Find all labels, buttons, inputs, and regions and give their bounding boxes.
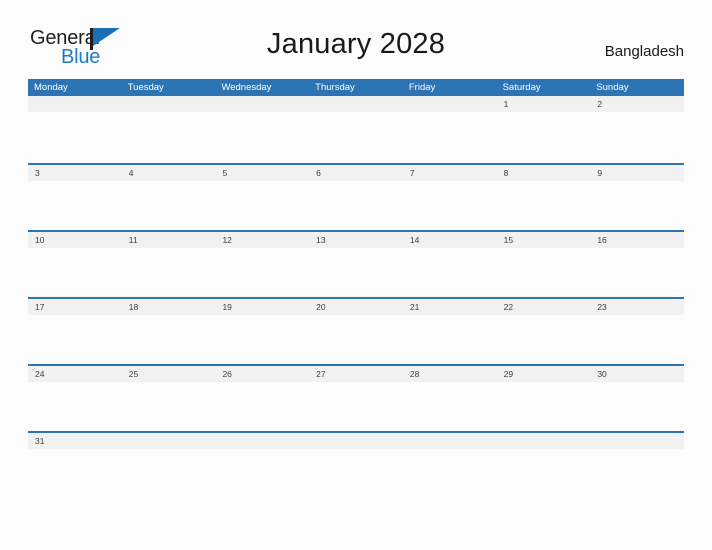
day-cell[interactable]: 23	[590, 299, 684, 315]
day-cell[interactable]	[590, 433, 684, 449]
day-cell[interactable]: 18	[122, 299, 216, 315]
day-cell[interactable]	[28, 96, 122, 112]
calendar-grid: Monday Tuesday Wednesday Thursday Friday…	[28, 79, 684, 498]
day-cell[interactable]: 28	[403, 366, 497, 382]
week-row: 17 18 19 20 21 22 23	[28, 297, 684, 364]
week-note-area[interactable]	[28, 248, 684, 297]
day-cell[interactable]: 17	[28, 299, 122, 315]
day-cell[interactable]: 21	[403, 299, 497, 315]
week-day-number-strip: 1 2	[28, 96, 684, 112]
week-row: 1 2	[28, 96, 684, 163]
day-cell[interactable]: 1	[497, 96, 591, 112]
day-cell[interactable]: 7	[403, 165, 497, 181]
week-day-number-strip: 17 18 19 20 21 22 23	[28, 299, 684, 315]
week-row: 3 4 5 6 7 8 9	[28, 163, 684, 230]
day-cell[interactable]: 8	[497, 165, 591, 181]
day-cell[interactable]: 19	[215, 299, 309, 315]
day-cell[interactable]	[309, 96, 403, 112]
week-row: 31	[28, 431, 684, 498]
week-note-area[interactable]	[28, 449, 684, 498]
day-cell[interactable]: 20	[309, 299, 403, 315]
day-cell[interactable]: 22	[497, 299, 591, 315]
day-cell[interactable]: 12	[215, 232, 309, 248]
week-day-number-strip: 24 25 26 27 28 29 30	[28, 366, 684, 382]
weekday-header-tuesday: Tuesday	[127, 82, 164, 93]
day-cell[interactable]: 3	[28, 165, 122, 181]
day-cell[interactable]	[215, 433, 309, 449]
day-cell[interactable]: 5	[215, 165, 309, 181]
week-day-number-strip: 3 4 5 6 7 8 9	[28, 165, 684, 181]
day-cell[interactable]: 27	[309, 366, 403, 382]
week-note-area[interactable]	[28, 315, 684, 364]
day-cell[interactable]	[497, 433, 591, 449]
day-cell[interactable]: 15	[497, 232, 591, 248]
day-cell[interactable]: 14	[403, 232, 497, 248]
day-cell[interactable]	[403, 96, 497, 112]
day-cell[interactable]: 30	[590, 366, 684, 382]
weekday-header-monday: Monday	[34, 82, 68, 93]
day-cell[interactable]: 31	[28, 433, 122, 449]
weekday-header-wednesday: Wednesday	[221, 82, 272, 93]
day-cell[interactable]	[215, 96, 309, 112]
weekday-header-saturday: Saturday	[502, 82, 541, 93]
day-cell[interactable]: 10	[28, 232, 122, 248]
week-day-number-strip: 10 11 12 13 14 15 16	[28, 232, 684, 248]
weekday-header-sunday: Sunday	[596, 82, 629, 93]
country-label: Bangladesh	[604, 43, 684, 60]
weekday-header-thursday: Thursday	[315, 82, 355, 93]
week-note-area[interactable]	[28, 112, 684, 163]
calendar-page: General Blue January 2028 Bangladesh Mon…	[0, 0, 712, 550]
weekday-header-friday: Friday	[408, 82, 436, 93]
page-header: General Blue January 2028 Bangladesh	[0, 0, 712, 67]
day-cell[interactable]: 9	[590, 165, 684, 181]
week-note-area[interactable]	[28, 181, 684, 230]
week-row: 24 25 26 27 28 29 30	[28, 364, 684, 431]
week-note-area[interactable]	[28, 382, 684, 431]
day-cell[interactable]: 25	[122, 366, 216, 382]
day-cell[interactable]	[122, 433, 216, 449]
week-row: 10 11 12 13 14 15 16	[28, 230, 684, 297]
day-cell[interactable]	[309, 433, 403, 449]
day-cell[interactable]	[122, 96, 216, 112]
day-cell[interactable]: 29	[497, 366, 591, 382]
day-cell[interactable]: 6	[309, 165, 403, 181]
day-cell[interactable]: 13	[309, 232, 403, 248]
week-day-number-strip: 31	[28, 433, 684, 449]
day-cell[interactable]: 4	[122, 165, 216, 181]
day-cell[interactable]: 16	[590, 232, 684, 248]
day-cell[interactable]: 2	[590, 96, 684, 112]
weekday-header-row: Monday Tuesday Wednesday Thursday Friday…	[28, 79, 684, 96]
day-cell[interactable]: 24	[28, 366, 122, 382]
day-cell[interactable]: 11	[122, 232, 216, 248]
day-cell[interactable]	[403, 433, 497, 449]
day-cell[interactable]: 26	[215, 366, 309, 382]
